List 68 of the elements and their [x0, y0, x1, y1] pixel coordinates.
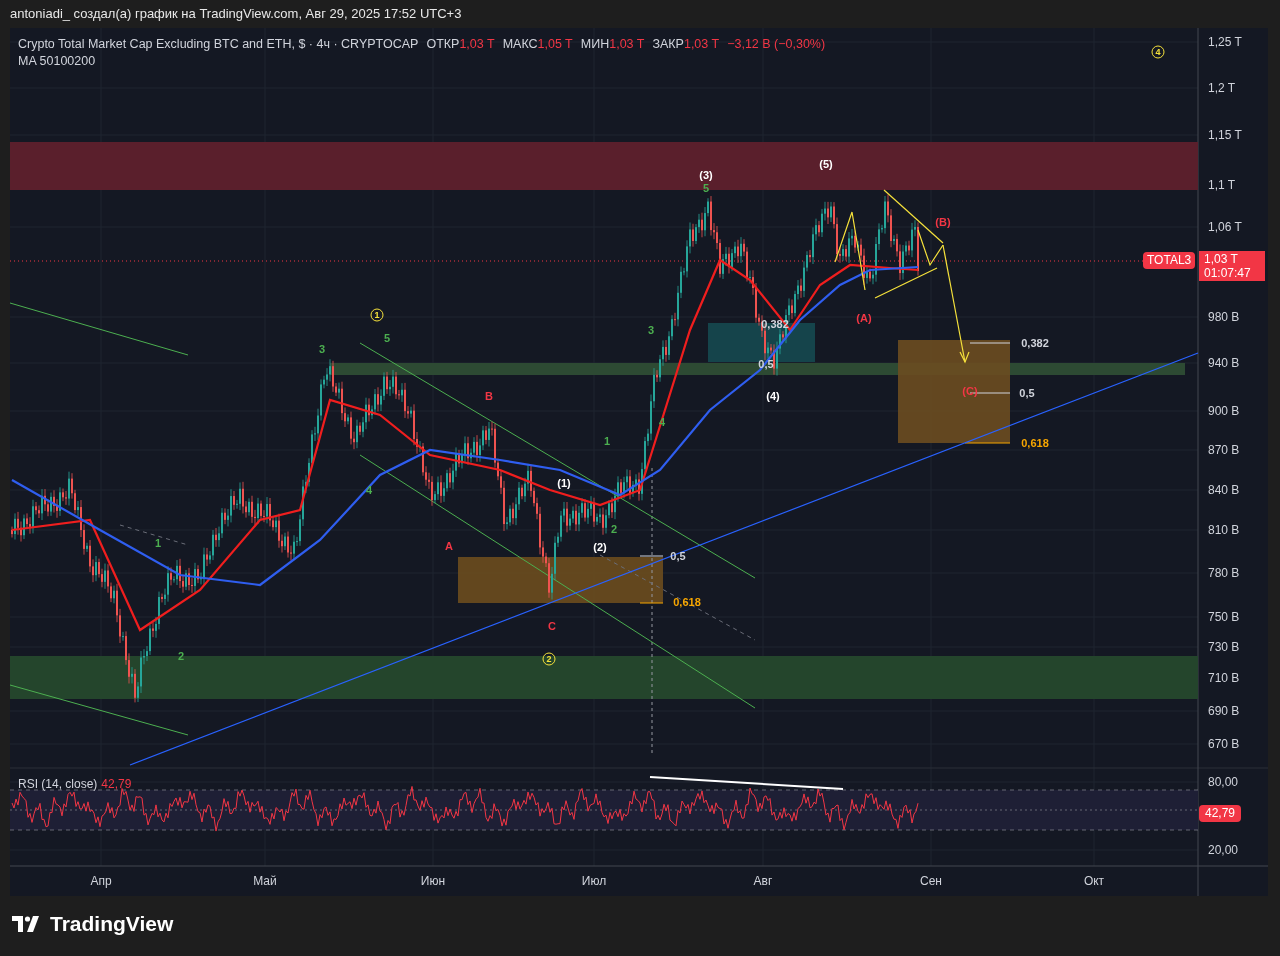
- wave-label: 0,618: [1021, 437, 1049, 449]
- indicator-legend: MA 50100200: [18, 53, 826, 70]
- wave-label: (1): [557, 477, 571, 489]
- price-axis-label: 730 B: [1208, 641, 1240, 653]
- rsi-axis-label: 80,00: [1208, 776, 1239, 788]
- price-axis-label: 940 B: [1208, 357, 1240, 369]
- symbol-title: Crypto Total Market Cap Excluding BTC and ETH, $ · 4ч · CRYPTOCAP: [18, 36, 419, 53]
- ohlc-label: ОТКР: [426, 36, 460, 53]
- time-axis-label: Окт: [1083, 875, 1105, 887]
- time-axis-label: Сен: [920, 875, 942, 887]
- ohlc-value: 1,03 T: [683, 36, 720, 53]
- time-axis-label: Июл: [581, 875, 607, 887]
- time-axis-label: Май: [253, 875, 277, 887]
- wave-label: 1: [603, 435, 611, 447]
- price-axis-label: 1,15 T: [1208, 129, 1242, 141]
- ohlc-value: 1,03 T: [609, 36, 645, 53]
- wave-label: 2: [177, 650, 185, 662]
- price-change: −3,12 B (−0,30%): [727, 36, 826, 53]
- ohlc-label: МИН: [580, 36, 610, 53]
- price-axis-label: 710 B: [1208, 672, 1240, 684]
- price-axis-label: 1,25 T: [1208, 36, 1242, 48]
- price-axis-label: 1,06 T: [1208, 221, 1242, 233]
- rsi-axis-label: 20,00: [1208, 844, 1239, 856]
- wave-label: (C): [962, 385, 978, 397]
- wave-label: (4): [766, 390, 780, 402]
- wave-label: 0,5: [1019, 387, 1035, 399]
- rsi-legend-title: RSI (14, close): [18, 778, 98, 790]
- time-axis-label: Авг: [753, 875, 773, 887]
- brand-name: TradingView: [50, 913, 174, 934]
- price-axis-label: 870 B: [1208, 444, 1240, 456]
- wave-label: C: [548, 620, 556, 632]
- price-axis-label: 690 B: [1208, 705, 1240, 717]
- wave-label: 0,618: [673, 596, 701, 608]
- ohlc-value: 1,03 T: [459, 36, 495, 53]
- time-axis-label: Июн: [420, 875, 446, 887]
- wave-label: A: [445, 540, 453, 552]
- wave-label: (A): [856, 312, 872, 324]
- last-price: 1,03 T: [1204, 252, 1239, 266]
- price-axis-label: 900 B: [1208, 405, 1240, 417]
- wave-label: (B): [935, 216, 951, 228]
- wave-label: B: [485, 390, 493, 402]
- chart-author-caption: antoniadi_ создал(а) график на TradingView.com, Авг 29, 2025 17:52 UTC+3: [10, 5, 462, 24]
- time-axis-label: Апр: [90, 875, 112, 887]
- price-axis-label: 840 B: [1208, 484, 1240, 496]
- price-axis-label: 1,2 T: [1208, 82, 1236, 94]
- rsi-value-tag: 42,79: [1199, 805, 1242, 822]
- ohlc-label: МАКС: [502, 36, 538, 53]
- price-axis-label: 670 B: [1208, 738, 1240, 750]
- rsi-legend-value: 42,79: [101, 778, 132, 790]
- price-axis-label: 980 B: [1208, 311, 1240, 323]
- wave-label: 5: [702, 182, 710, 194]
- wave-label: 2: [610, 523, 618, 535]
- wave-label: 0,382: [1021, 337, 1049, 349]
- wave-label: (3): [699, 169, 713, 181]
- price-axis-label: 780 B: [1208, 567, 1240, 579]
- wave-label: 3: [647, 324, 655, 336]
- ohlc-label: ЗАКР: [652, 36, 684, 53]
- price-axis-label: 750 B: [1208, 611, 1240, 623]
- symbol-tag: TOTAL3: [1143, 252, 1196, 269]
- price-axis-label: 810 B: [1208, 524, 1240, 536]
- wave-label: 3: [318, 343, 326, 355]
- wave-label: 5: [383, 332, 391, 344]
- ohlc-value: 1,05 T: [537, 36, 573, 53]
- wave-label: (5): [819, 158, 833, 170]
- wave-label: 1: [154, 537, 162, 549]
- wave-label: (2): [593, 541, 607, 553]
- price-axis-label: 1,1 T: [1208, 179, 1236, 191]
- bar-countdown: 01:07:47: [1204, 266, 1252, 280]
